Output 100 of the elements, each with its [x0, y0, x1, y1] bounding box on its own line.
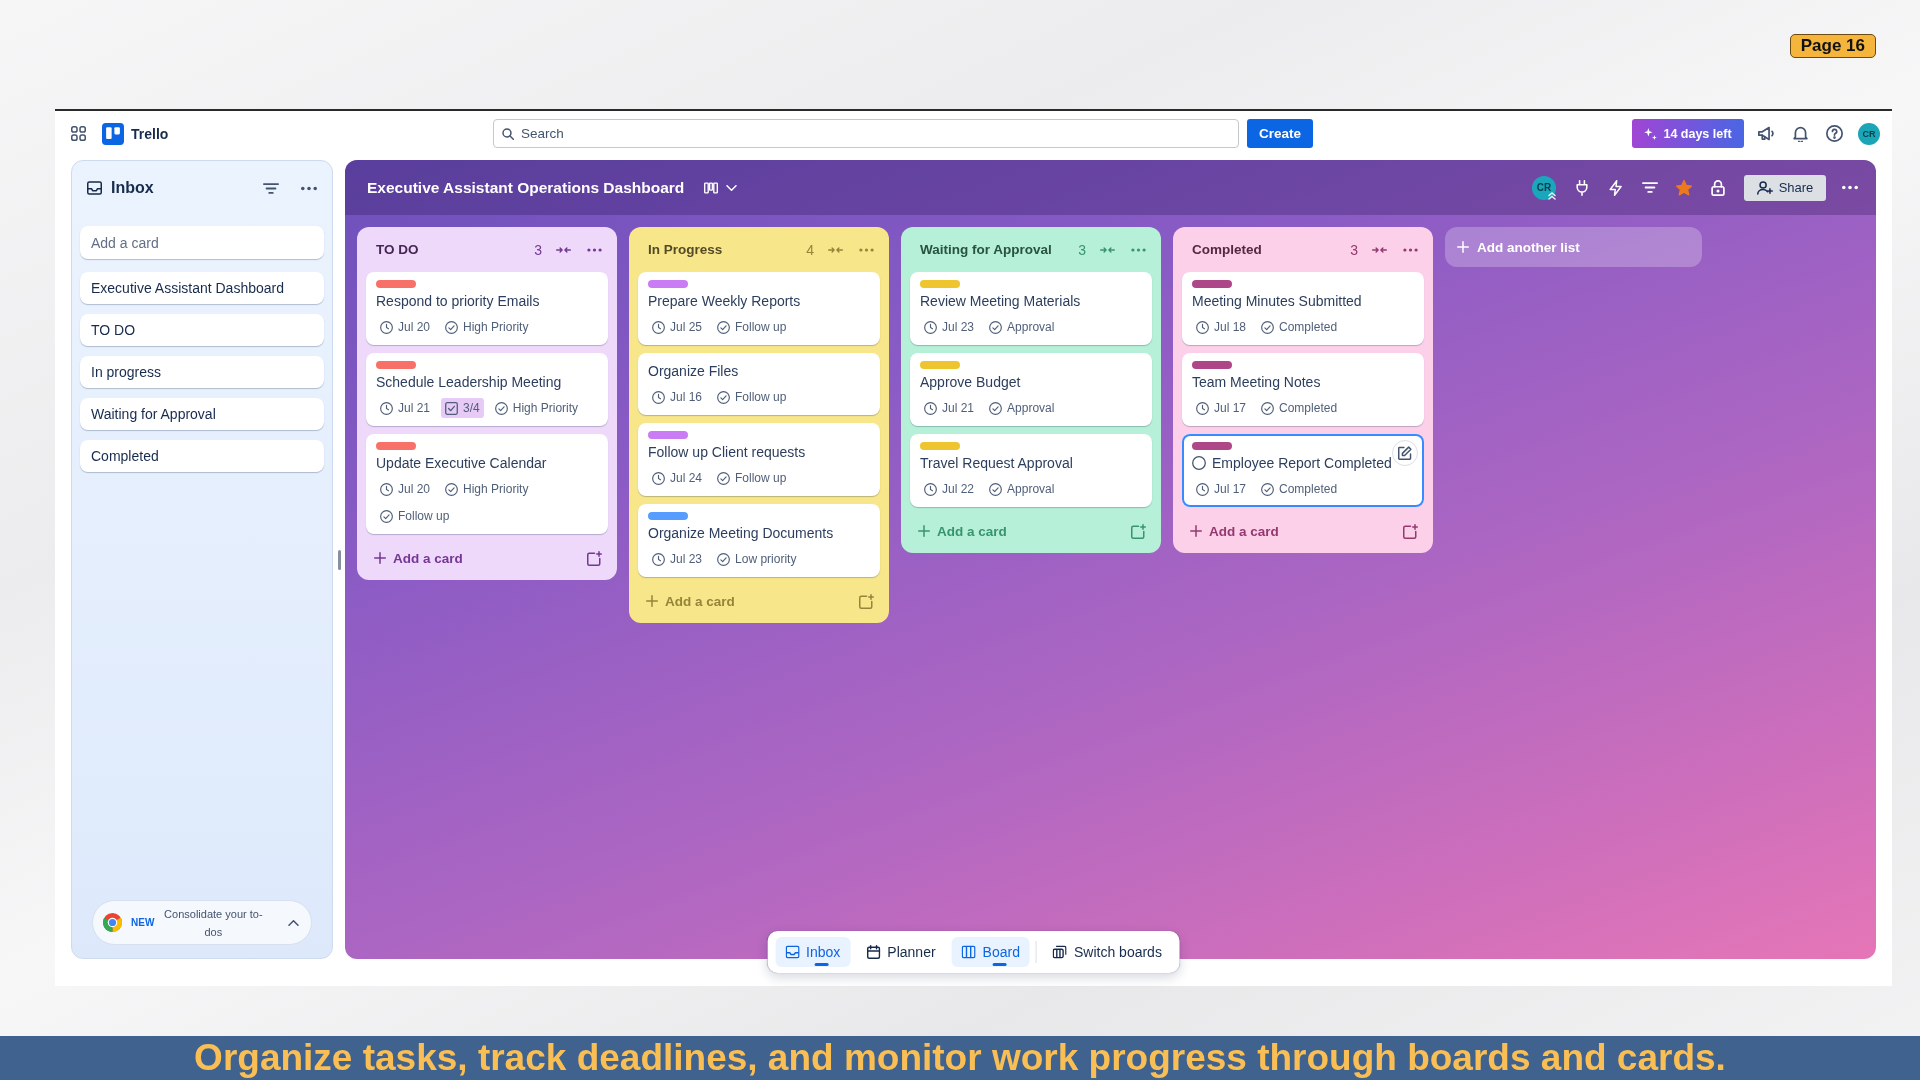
- plus-icon: [1457, 241, 1469, 253]
- collapse-icon[interactable]: [1100, 245, 1115, 254]
- lightning-icon[interactable]: [1608, 179, 1624, 196]
- square-plus-icon[interactable]: [1403, 523, 1418, 539]
- card-title: Travel Request Approval: [920, 454, 1073, 473]
- inbox-card[interactable]: TO DO: [80, 314, 324, 346]
- card[interactable]: Schedule Leadership Meeting Jul 21 3/4 High Priority: [366, 353, 608, 426]
- card-title: Organize Meeting Documents: [648, 524, 834, 543]
- card-count: 3: [1350, 241, 1358, 258]
- create-button[interactable]: Create: [1247, 119, 1313, 148]
- card[interactable]: Organize Meeting Documents Jul 23 Low priority: [638, 504, 880, 577]
- card[interactable]: Review Meeting Materials Jul 23 Approval: [910, 272, 1152, 345]
- caption-banner: Organize tasks, track deadlines, and monitor work progress through boards and cards.: [0, 1036, 1920, 1080]
- more-icon[interactable]: [1403, 247, 1418, 252]
- nav-tab[interactable]: Inbox: [775, 937, 851, 967]
- card[interactable]: Travel Request Approval Jul 22 Approval: [910, 434, 1152, 507]
- due-date: Jul 25: [670, 320, 703, 334]
- collapse-icon[interactable]: [556, 245, 571, 254]
- tag-label: Approval: [1007, 482, 1055, 496]
- add-card-field[interactable]: Add a card: [80, 226, 324, 259]
- card[interactable]: Organize Files Jul 16 Follow up: [638, 353, 880, 415]
- nav-tab[interactable]: Switch boards: [1042, 937, 1172, 967]
- avatar[interactable]: CR: [1532, 175, 1556, 200]
- logo-icon[interactable]: [102, 122, 124, 145]
- edit-icon: [1398, 446, 1412, 460]
- search-field[interactable]: Search: [493, 119, 1239, 148]
- help-icon[interactable]: [1826, 125, 1843, 142]
- empty-circle-icon[interactable]: [1192, 456, 1206, 470]
- due-date: Jul 17: [1214, 401, 1247, 415]
- card-title: Prepare Weekly Reports: [648, 292, 801, 311]
- check-circle-icon: [717, 471, 731, 485]
- promo-pill[interactable]: NEW Consolidate your to-dos: [92, 900, 312, 945]
- card[interactable]: Follow up Client requests Jul 24 Follow up: [638, 423, 880, 496]
- tag-label: Approval: [1007, 401, 1055, 415]
- chevron-down-icon[interactable]: [726, 184, 738, 191]
- card[interactable]: Respond to priority Emails Jul 20 High Priority: [366, 272, 608, 345]
- add-card-button[interactable]: Add a card: [370, 544, 467, 572]
- check-circle-icon: [494, 401, 508, 415]
- avatar[interactable]: CR: [1858, 122, 1880, 145]
- check-circle-icon: [1261, 320, 1275, 334]
- inbox-card[interactable]: Waiting for Approval: [80, 398, 324, 430]
- boards-icon: [1052, 945, 1067, 959]
- list-title[interactable]: TO DO: [376, 242, 535, 257]
- card[interactable]: Meeting Minutes Submitted Jul 18 Completed: [1182, 272, 1424, 345]
- list-title[interactable]: Completed: [1192, 242, 1351, 257]
- check-circle-icon: [717, 390, 731, 404]
- edit-button[interactable]: [1392, 440, 1418, 466]
- list-title[interactable]: Waiting for Approval: [920, 242, 1079, 257]
- add-card-button[interactable]: Add a card: [1186, 517, 1283, 545]
- megaphone-icon[interactable]: [1758, 125, 1775, 142]
- trial-button[interactable]: 14 days left: [1632, 119, 1744, 148]
- resize-handle[interactable]: [337, 549, 341, 570]
- star-icon[interactable]: [1676, 179, 1692, 196]
- due-date: Jul 23: [942, 320, 975, 334]
- collapse-icon[interactable]: [1372, 245, 1387, 254]
- square-plus-icon[interactable]: [859, 593, 874, 609]
- board-view-icon[interactable]: [704, 181, 719, 194]
- list-title[interactable]: In Progress: [648, 242, 807, 257]
- clock-icon: [924, 482, 937, 496]
- more-icon[interactable]: [859, 247, 874, 252]
- card[interactable]: Employee Report Completed Jul 17 Completed: [1182, 434, 1424, 507]
- card-count: 4: [806, 241, 814, 258]
- card[interactable]: Team Meeting Notes Jul 17 Completed: [1182, 353, 1424, 426]
- card[interactable]: Update Executive Calendar Jul 20 High Priority Follow up: [366, 434, 608, 534]
- board-title[interactable]: Executive Assistant Operations Dashboard: [367, 178, 685, 197]
- inbox-card[interactable]: Completed: [80, 440, 324, 472]
- chevron-up-icon[interactable]: [288, 919, 299, 926]
- share-button[interactable]: Share: [1744, 174, 1826, 201]
- more-icon[interactable]: [1842, 185, 1858, 190]
- lock-icon[interactable]: [1710, 179, 1726, 196]
- clock-icon: [924, 401, 937, 415]
- browser-icon: [103, 913, 122, 932]
- check-circle-icon: [717, 552, 731, 566]
- more-icon[interactable]: [1131, 247, 1146, 252]
- collapse-icon[interactable]: [828, 245, 843, 254]
- card[interactable]: Prepare Weekly Reports Jul 25 Follow up: [638, 272, 880, 345]
- bell-icon[interactable]: [1792, 125, 1809, 142]
- clock-icon: [652, 552, 665, 566]
- card[interactable]: Approve Budget Jul 21 Approval: [910, 353, 1152, 426]
- check-circle-icon: [445, 320, 459, 334]
- filter-icon[interactable]: [263, 182, 279, 194]
- card-title: Review Meeting Materials: [920, 292, 1081, 311]
- app-grid-icon[interactable]: [71, 126, 86, 141]
- more-icon[interactable]: [301, 185, 317, 191]
- square-plus-icon[interactable]: [1131, 523, 1146, 539]
- nav-tab[interactable]: Planner: [856, 937, 946, 967]
- square-plus-icon[interactable]: [587, 550, 602, 566]
- app-name[interactable]: Trello: [131, 125, 169, 142]
- inbox-card[interactable]: In progress: [80, 356, 324, 388]
- due-date: Jul 20: [398, 320, 431, 334]
- card-title: Employee Report Completed: [1212, 454, 1392, 473]
- nav-tab[interactable]: Board: [951, 937, 1030, 967]
- more-icon[interactable]: [587, 247, 602, 252]
- clock-icon: [652, 320, 665, 334]
- card-title: Respond to priority Emails: [376, 292, 540, 311]
- inbox-card[interactable]: Executive Assistant Dashboard: [80, 272, 324, 304]
- plug-icon[interactable]: [1574, 179, 1590, 196]
- plus-icon: [646, 595, 658, 607]
- card-title: Update Executive Calendar: [376, 454, 547, 473]
- inbox-icon: [785, 945, 800, 959]
